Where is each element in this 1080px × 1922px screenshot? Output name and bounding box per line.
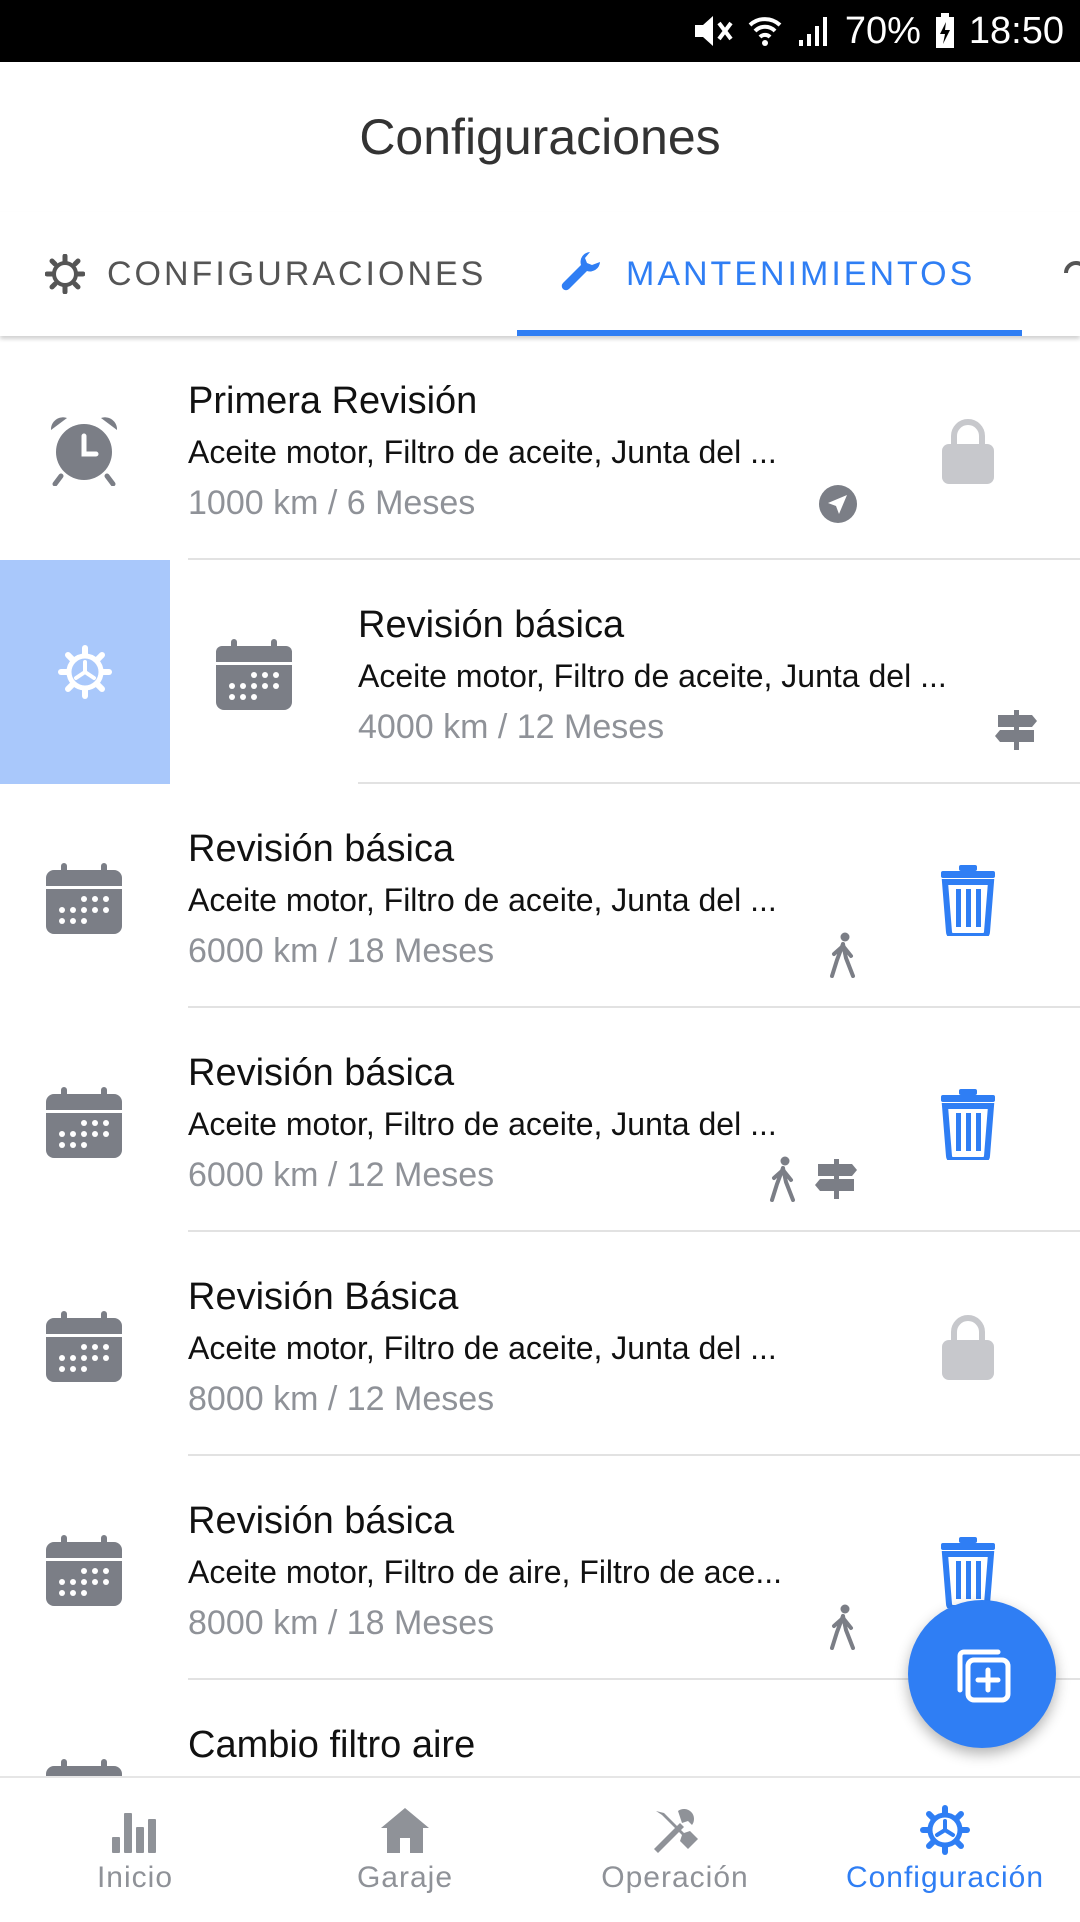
tab-mantenimientos[interactable]: MANTENIMIENTOS <box>560 212 975 336</box>
maintenance-flags <box>818 484 858 524</box>
maintenance-parts: Aceite motor, Filtro de aire, Filtro de … <box>188 1554 783 1590</box>
maintenance-parts: Aceite motor, Filtro de aceite, Junta de… <box>188 1330 777 1366</box>
maintenance-parts: Aceite motor, Filtro de aceite, Junta de… <box>188 434 777 470</box>
maintenance-flags <box>828 1604 858 1650</box>
signpost-icon <box>815 1159 857 1199</box>
gear-icon <box>920 1805 970 1855</box>
maintenance-flags <box>768 1156 858 1202</box>
walking-icon <box>830 1604 855 1650</box>
add-maintenance-button[interactable] <box>908 1600 1056 1748</box>
app-header: Configuraciones <box>0 62 1080 212</box>
navigation-icon <box>819 485 857 523</box>
maintenance-interval: 6000 km / 18 Meses <box>188 932 495 970</box>
list-item[interactable]: Primera Revisión Aceite motor, Filtro de… <box>0 336 1080 560</box>
calendar-icon <box>46 1087 122 1158</box>
list-item[interactable]: Revisión Básica Aceite motor, Filtro de … <box>0 1232 1080 1456</box>
maintenance-interval: 8000 km / 12 Meses <box>188 1380 495 1418</box>
battery-percent: 70% <box>844 9 921 52</box>
signal-icon <box>798 17 827 46</box>
nav-label: Garaje <box>356 1861 454 1894</box>
nav-label: Inicio <box>96 1861 174 1894</box>
nav-garaje[interactable]: Garaje <box>270 1778 540 1922</box>
trash-icon[interactable] <box>940 864 996 936</box>
bar-chart-icon <box>112 1813 156 1853</box>
nav-label: Operación <box>601 1861 749 1894</box>
maintenance-title: Revisión Básica <box>188 1276 459 1318</box>
list-item[interactable]: Revisión básica Aceite motor, Filtro de … <box>0 784 1080 1008</box>
bottom-navigation: Inicio Garaje Operación Configuración <box>0 1776 1080 1922</box>
add-copy-icon <box>957 1649 1011 1703</box>
maintenance-title: Cambio filtro aire <box>188 1724 476 1766</box>
list-item-swiped[interactable]: Revisión básica Aceite motor, Filtro de … <box>0 560 1080 784</box>
status-bar: 70% 18:50 <box>0 0 1080 62</box>
list-item[interactable]: Revisión básica Aceite motor, Filtro de … <box>0 1008 1080 1232</box>
nav-operacion[interactable]: Operación <box>540 1778 810 1922</box>
maintenance-interval: 1000 km / 6 Meses <box>188 484 476 522</box>
maintenance-title: Revisión básica <box>358 604 625 646</box>
maintenance-parts: Aceite motor, Filtro de aceite, Junta de… <box>358 658 947 694</box>
maintenance-interval: 6000 km / 12 Meses <box>188 1156 495 1194</box>
maintenance-title: Revisión básica <box>188 1500 455 1542</box>
tab-label: CONFIGURACIONES <box>107 254 487 293</box>
wifi-icon <box>748 17 782 46</box>
trash-icon[interactable] <box>940 1088 996 1160</box>
maintenance-interval: 4000 km / 12 Meses <box>358 708 665 746</box>
nav-inicio[interactable]: Inicio <box>0 1778 270 1922</box>
settings-icon <box>58 645 112 699</box>
maintenance-interval: 8000 km / 18 Meses <box>188 1604 495 1642</box>
trash-icon[interactable] <box>940 1536 996 1608</box>
walking-icon <box>770 1156 795 1202</box>
clock: 18:50 <box>968 9 1064 52</box>
calendar-icon <box>46 863 122 934</box>
tab-configuraciones[interactable]: CONFIGURACIONES <box>45 212 486 336</box>
nav-label: Configuración <box>845 1861 1045 1894</box>
maintenance-title: Revisión básica <box>188 828 455 870</box>
lock-icon[interactable] <box>940 1312 996 1384</box>
calendar-icon <box>216 639 292 710</box>
tab-bar: CONFIGURACIONES MANTENIMIENTOS <box>0 212 1080 336</box>
maintenance-parts: Aceite motor, Filtro de aceite, Junta de… <box>188 882 777 918</box>
mute-icon <box>694 16 733 46</box>
gear-icon <box>45 254 85 294</box>
tab-more[interactable] <box>1062 212 1080 336</box>
swipe-action-settings[interactable] <box>0 560 170 784</box>
maintenance-title: Revisión básica <box>188 1052 455 1094</box>
tools-icon <box>654 1809 698 1853</box>
maintenance-flags <box>994 708 1038 752</box>
list-item-content: Revisión básica Aceite motor, Filtro de … <box>170 560 1080 784</box>
calendar-icon <box>46 1759 122 1776</box>
lock-icon[interactable] <box>940 416 996 488</box>
tab-label: MANTENIMIENTOS <box>626 254 976 293</box>
maintenance-title: Primera Revisión <box>188 380 478 422</box>
page-title: Configuraciones <box>359 109 721 165</box>
nav-configuracion[interactable]: Configuración <box>810 1778 1080 1922</box>
calendar-icon <box>46 1535 122 1606</box>
partial-tab-icon <box>1064 261 1080 274</box>
home-icon <box>381 1808 429 1853</box>
alarm-clock-icon <box>50 417 118 486</box>
maintenance-list: Primera Revisión Aceite motor, Filtro de… <box>0 336 1080 1776</box>
calendar-icon <box>46 1311 122 1382</box>
active-tab-indicator <box>517 330 1022 336</box>
battery-charging-icon <box>935 13 954 48</box>
signpost-icon <box>995 710 1037 750</box>
wrench-icon <box>561 252 600 291</box>
maintenance-parts: Aceite motor, Filtro de aceite, Junta de… <box>188 1106 777 1142</box>
walking-icon <box>830 932 855 978</box>
maintenance-flags <box>828 932 858 978</box>
